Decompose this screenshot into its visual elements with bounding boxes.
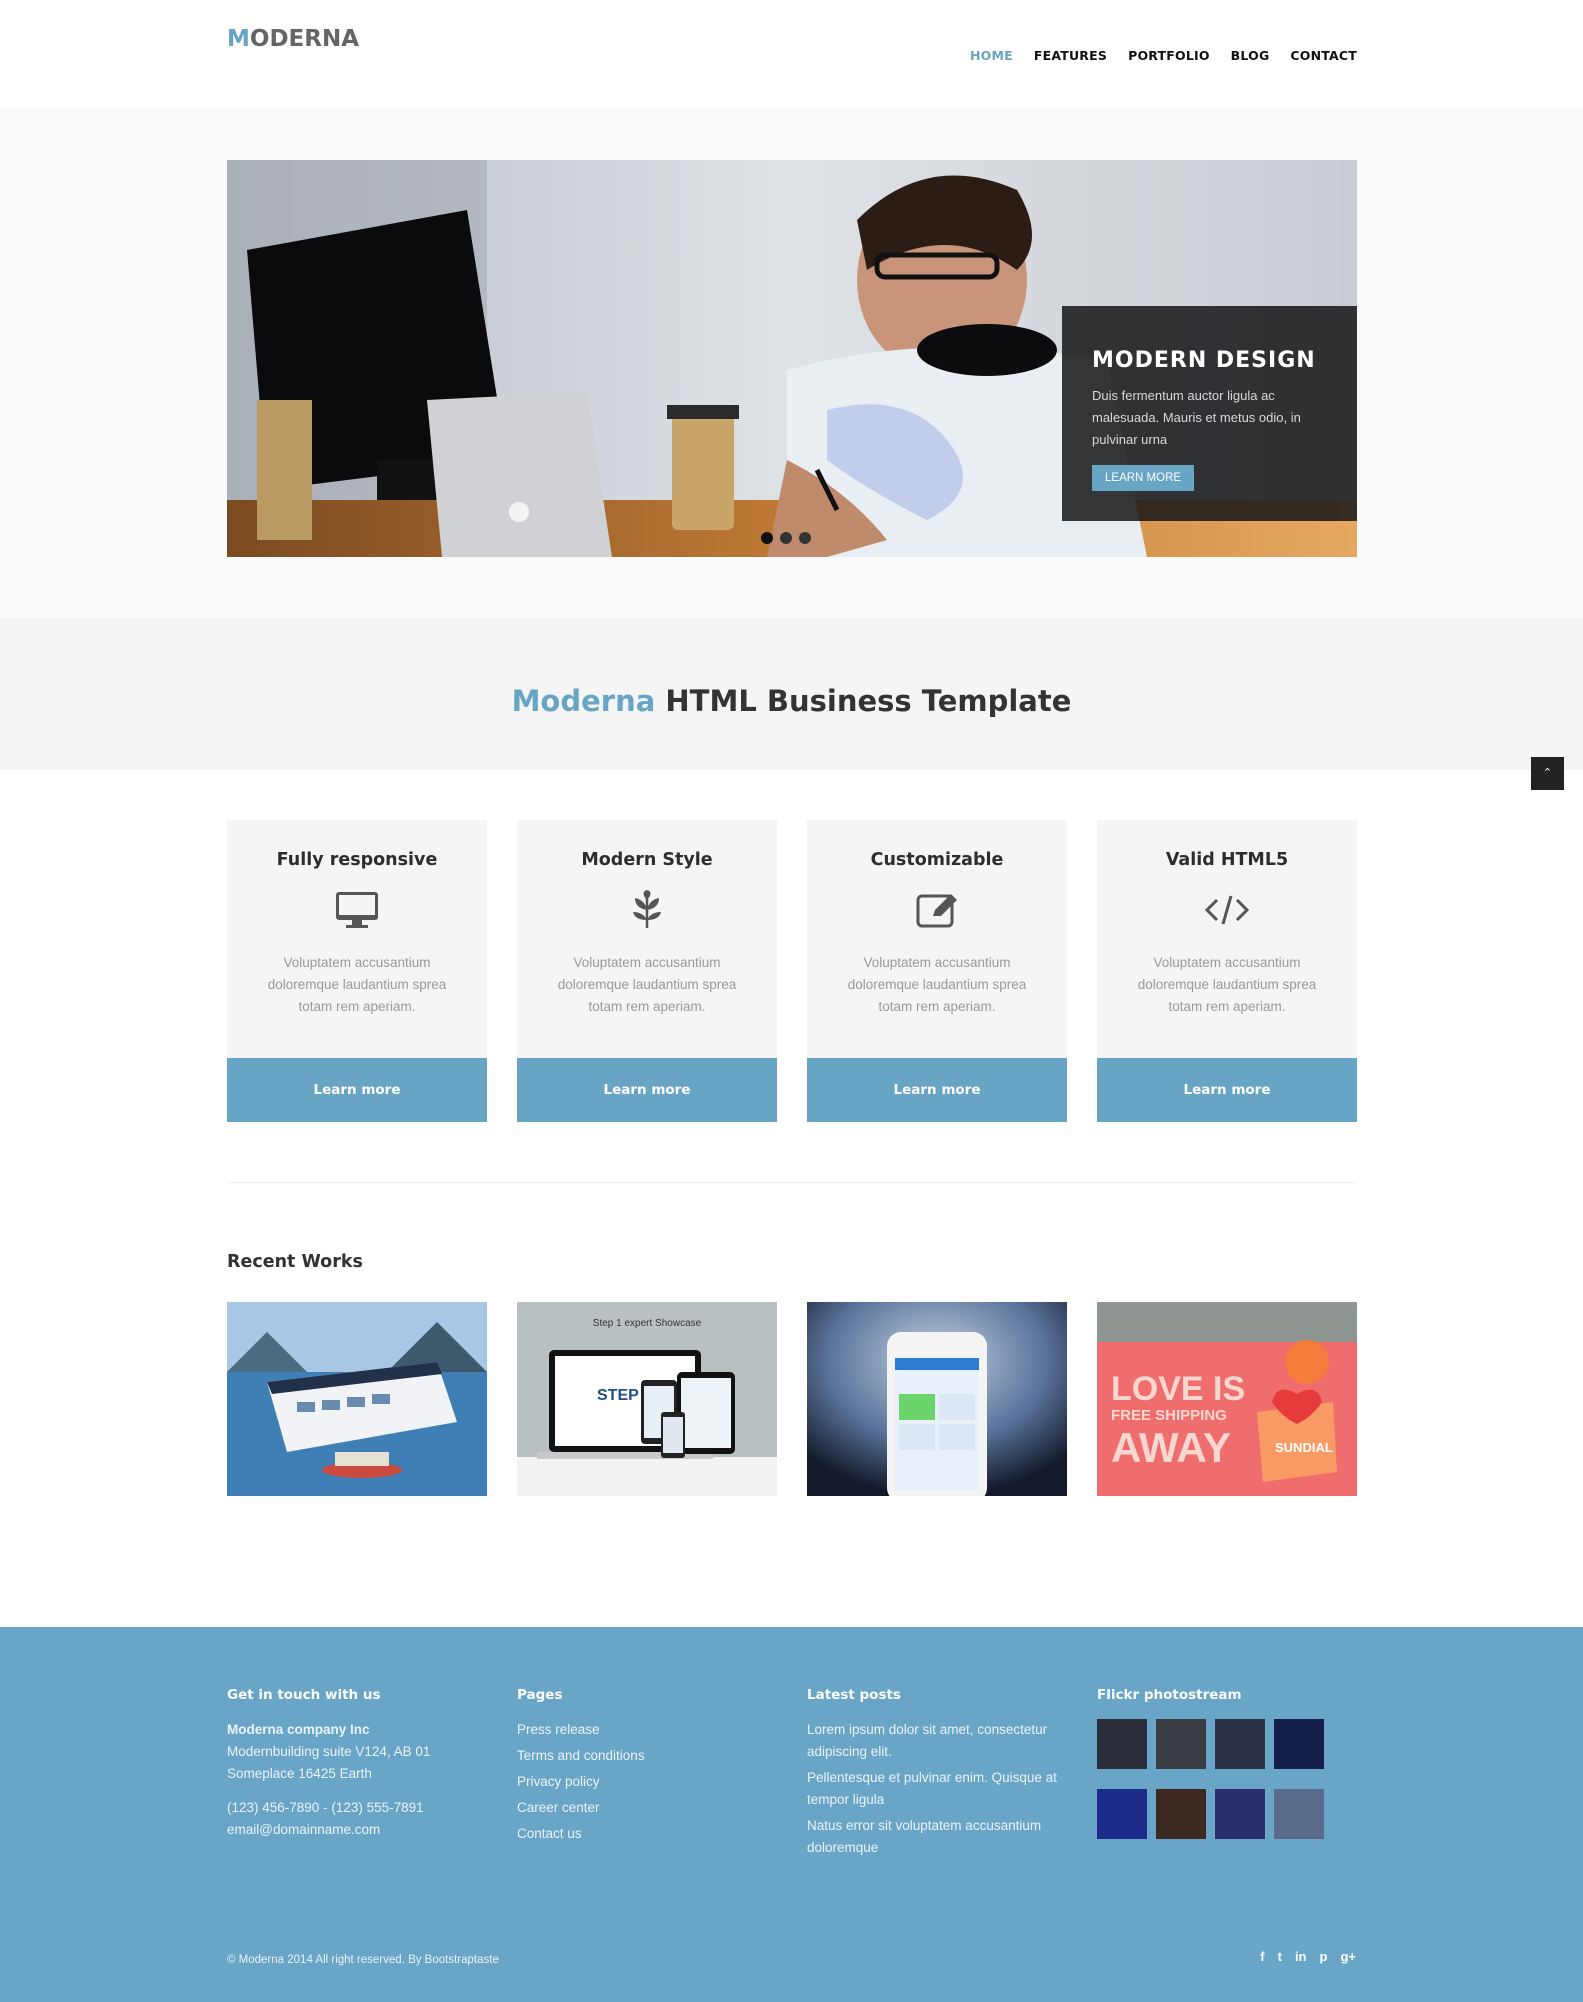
footer-heading: Get in touch with us: [227, 1687, 381, 1703]
flickr-thumb[interactable]: [1097, 1719, 1147, 1769]
phone-numbers: (123) 456-7890 - (123) 555-7891: [227, 1800, 424, 1815]
leaf-icon: [623, 890, 671, 930]
email-address[interactable]: email@domainname.com: [227, 1819, 487, 1841]
recent-works-gallery: Step 1 expert Showcase STEP LOVE IS FREE…: [227, 1302, 1357, 1496]
slide-title: MODERN DESIGN: [1092, 348, 1316, 373]
nav-features[interactable]: FEATURES: [1034, 48, 1107, 63]
feature-text: Voluptatem accusantium doloremque laudan…: [557, 955, 737, 1014]
feature-box: Valid HTML5 Voluptatem accusantium dolor…: [1097, 820, 1357, 1122]
flickr-thumb[interactable]: [1215, 1789, 1265, 1839]
twitter-icon[interactable]: t: [1278, 1949, 1282, 1964]
linkedin-icon[interactable]: in: [1295, 1949, 1307, 1964]
footer-contact: Get in touch with us Moderna company Inc…: [227, 1687, 487, 1841]
hero-slider[interactable]: MODERN DESIGN Duis fermentum auctor ligu…: [227, 160, 1357, 557]
footer-link-career[interactable]: Career center: [517, 1797, 777, 1819]
feature-box: Modern Style Voluptatem accusantium dolo…: [517, 820, 777, 1122]
address-line-2: Someplace 16425 Earth: [227, 1766, 372, 1781]
desktop-icon: [333, 890, 381, 930]
footer-latest-posts: Latest posts Lorem ipsum dolor sit amet,…: [807, 1687, 1067, 1863]
address-line-1: Modernbuilding suite V124, AB 01: [227, 1744, 431, 1759]
work-thumb-phone[interactable]: [807, 1302, 1067, 1496]
features: Fully responsive Voluptatem accusantium …: [227, 820, 1357, 1122]
recent-works-title: Recent Works: [227, 1252, 363, 1272]
copyright: © Moderna 2014 All right reserved. By Bo…: [227, 1954, 499, 1966]
learn-more-button[interactable]: Learn more: [807, 1058, 1067, 1122]
nav-blog[interactable]: BLOG: [1231, 48, 1270, 63]
feature-text: Voluptatem accusantium doloremque laudan…: [847, 955, 1027, 1014]
nav-home[interactable]: HOME: [970, 48, 1013, 63]
feature-title: Fully responsive: [276, 850, 438, 870]
post-link[interactable]: Pellentesque et pulvinar enim. Quisque a…: [807, 1767, 1067, 1811]
slider-dots: [761, 532, 811, 544]
callout-heading: Moderna HTML Business Template: [0, 684, 1583, 718]
feature-text: Voluptatem accusantium doloremque laudan…: [1137, 955, 1317, 1014]
logo-first-letter: M: [227, 26, 250, 52]
feature-box: Customizable Voluptatem accusantium dolo…: [807, 820, 1067, 1122]
feature-title: Valid HTML5: [1165, 850, 1289, 870]
slide-text: Duis fermentum auctor ligula ac malesuad…: [1092, 388, 1301, 447]
footer-link-press-release[interactable]: Press release: [517, 1719, 777, 1741]
footer-link-contact[interactable]: Contact us: [517, 1823, 777, 1845]
flickr-thumb[interactable]: [1274, 1719, 1324, 1769]
feature-title: Customizable: [870, 850, 1004, 870]
svg-text:STEP: STEP: [597, 1387, 639, 1404]
slide-learn-more-button[interactable]: LEARN MORE: [1092, 465, 1195, 491]
learn-more-button[interactable]: Learn more: [227, 1058, 487, 1122]
footer-pages: Pages Press release Terms and conditions…: [517, 1687, 777, 1849]
feature-title: Modern Style: [581, 850, 713, 870]
slide-caption: MODERN DESIGN Duis fermentum auctor ligu…: [1062, 306, 1357, 521]
footer-flickr: Flickr photostream: [1097, 1687, 1357, 1839]
facebook-icon[interactable]: f: [1260, 1949, 1264, 1964]
code-icon: [1203, 890, 1251, 930]
post-link[interactable]: Natus error sit voluptatem accusantium d…: [807, 1815, 1067, 1859]
site-logo[interactable]: MODERNA: [227, 26, 359, 52]
work-caption: Step 1 expert Showcase: [593, 1318, 702, 1329]
work-brand: SUNDIAL: [1275, 1440, 1333, 1455]
scroll-top-button[interactable]: ⌃: [1531, 757, 1564, 790]
company-name: Moderna company Inc: [227, 1722, 370, 1737]
slider-section: MODERN DESIGN Duis fermentum auctor ligu…: [0, 108, 1583, 618]
edit-icon: [913, 890, 961, 930]
learn-more-button[interactable]: Learn more: [517, 1058, 777, 1122]
feature-box: Fully responsive Voluptatem accusantium …: [227, 820, 487, 1122]
work-thumb-step1[interactable]: Step 1 expert Showcase STEP: [517, 1302, 777, 1496]
nav-portfolio[interactable]: PORTFOLIO: [1128, 48, 1210, 63]
feature-text: Voluptatem accusantium doloremque laudan…: [267, 955, 447, 1014]
footer-heading: Pages: [517, 1687, 563, 1703]
nav-contact[interactable]: CONTACT: [1290, 48, 1357, 63]
work-thumb-love-is-away[interactable]: LOVE IS FREE SHIPPING AWAY SUNDIAL: [1097, 1302, 1357, 1496]
work-line-3: AWAY: [1111, 1424, 1231, 1471]
google-plus-icon[interactable]: g+: [1340, 1949, 1356, 1964]
footer-heading: Flickr photostream: [1097, 1687, 1242, 1703]
post-link[interactable]: Lorem ipsum dolor sit amet, consectetur …: [807, 1719, 1067, 1763]
footer-heading: Latest posts: [807, 1687, 901, 1703]
work-line-2: FREE SHIPPING: [1111, 1407, 1227, 1424]
pinterest-icon[interactable]: p: [1320, 1949, 1328, 1964]
flickr-thumb[interactable]: [1097, 1789, 1147, 1839]
site-header: MODERNA HOME FEATURES PORTFOLIO BLOG CON…: [0, 0, 1583, 108]
flickr-thumb[interactable]: [1274, 1789, 1324, 1839]
callout-highlight: Moderna: [511, 684, 656, 718]
work-line-1: LOVE IS: [1111, 1370, 1245, 1408]
footer-link-privacy[interactable]: Privacy policy: [517, 1771, 777, 1793]
slider-dot-1[interactable]: [761, 532, 773, 544]
flickr-thumb[interactable]: [1215, 1719, 1265, 1769]
footer-link-terms[interactable]: Terms and conditions: [517, 1745, 777, 1767]
flickr-grid: [1097, 1719, 1357, 1839]
callout-rest: HTML Business Template: [655, 684, 1072, 718]
flickr-thumb[interactable]: [1156, 1789, 1206, 1839]
logo-rest: ODERNA: [249, 26, 360, 52]
slider-dot-2[interactable]: [780, 532, 792, 544]
work-thumb-lake[interactable]: [227, 1302, 487, 1496]
learn-more-button[interactable]: Learn more: [1097, 1058, 1357, 1122]
section-divider: [227, 1182, 1357, 1183]
flickr-thumb[interactable]: [1156, 1719, 1206, 1769]
main-nav: HOME FEATURES PORTFOLIO BLOG CONTACT: [970, 48, 1357, 63]
social-links: f t in p g+: [1260, 1949, 1356, 1964]
slider-dot-3[interactable]: [799, 532, 811, 544]
callout-section: Moderna HTML Business Template: [0, 618, 1583, 770]
site-footer: Get in touch with us Moderna company Inc…: [0, 1627, 1583, 2002]
chevron-up-icon: ⌃: [1542, 767, 1553, 779]
